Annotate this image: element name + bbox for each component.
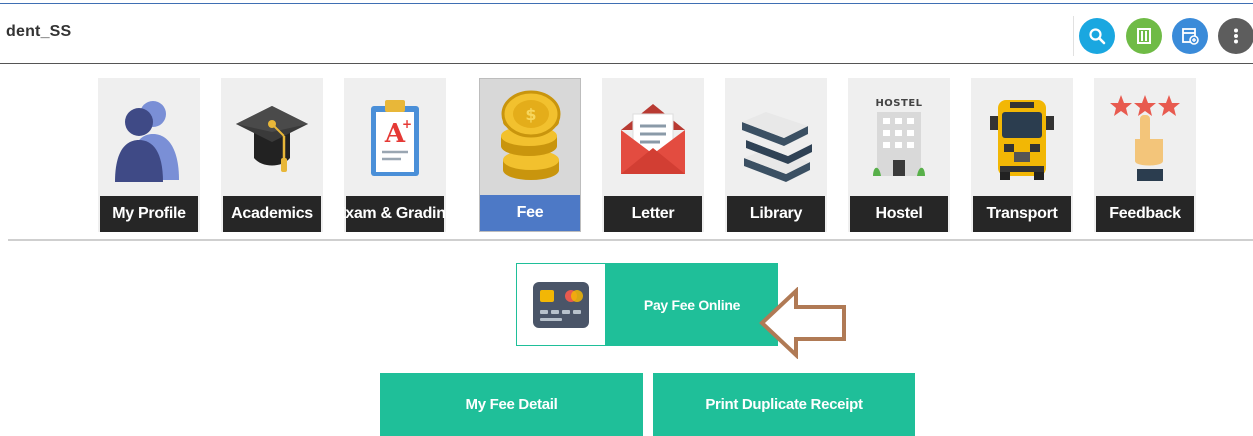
add-window-button[interactable]	[1172, 18, 1208, 54]
envelope-icon	[602, 82, 704, 192]
module-label: Letter	[604, 196, 702, 232]
module-tile-library[interactable]: Library	[725, 78, 827, 232]
credit-card-icon	[533, 281, 589, 328]
user-name: dent_SS	[6, 23, 72, 40]
module-label: Hostel	[850, 196, 948, 232]
svg-text:$: $	[525, 105, 536, 124]
module-tile-hostel[interactable]: HOSTEL Hostel	[848, 78, 950, 232]
coins-icon: $	[480, 83, 582, 193]
header-divider-line	[0, 63, 1253, 64]
pay-fee-online-label: Pay Fee Online	[606, 263, 778, 346]
print-duplicate-receipt-button[interactable]: Print Duplicate Receipt	[653, 373, 915, 436]
barcode-button[interactable]	[1126, 18, 1162, 54]
barcode-icon	[1137, 28, 1151, 44]
header-divider	[1073, 16, 1074, 56]
my-fee-detail-button[interactable]: My Fee Detail	[380, 373, 643, 436]
profile-icon	[98, 82, 200, 192]
module-label: Academics	[223, 196, 321, 232]
module-tile-academics[interactable]: Academics	[221, 78, 323, 232]
header-bar: dent_SS	[0, 4, 1253, 64]
search-button[interactable]	[1079, 18, 1115, 54]
exam-clipboard-icon: A +	[344, 82, 446, 192]
module-tile-fee[interactable]: $ Fee	[479, 78, 581, 232]
hostel-building-icon: HOSTEL	[848, 82, 950, 192]
more-vertical-icon	[1234, 28, 1238, 44]
module-label: Fee	[480, 195, 580, 231]
section-divider	[8, 239, 1253, 241]
my-fee-detail-label: My Fee Detail	[465, 396, 558, 413]
module-tile-letter[interactable]: Letter	[602, 78, 704, 232]
print-duplicate-receipt-label: Print Duplicate Receipt	[705, 396, 863, 413]
more-options-button[interactable]	[1218, 18, 1253, 54]
svg-text:+: +	[402, 117, 412, 131]
search-icon	[1089, 28, 1106, 45]
left-arrow-icon	[759, 287, 846, 359]
module-label: Transport	[973, 196, 1071, 232]
add-window-icon	[1182, 28, 1199, 45]
graduation-cap-icon	[221, 82, 323, 192]
module-tile-feedback[interactable]: Feedback	[1094, 78, 1196, 232]
module-tile-transport[interactable]: Transport	[971, 78, 1073, 232]
credit-card-icon-box	[516, 263, 606, 346]
module-tile-my-profile[interactable]: My Profile	[98, 78, 200, 232]
pay-fee-online-button[interactable]: Pay Fee Online	[516, 263, 778, 346]
module-label: Library	[727, 196, 825, 232]
module-label: My Profile	[100, 196, 198, 232]
module-label: Feedback	[1096, 196, 1194, 232]
module-label: Exam & Grading	[335, 196, 455, 232]
school-bus-icon	[971, 82, 1073, 192]
books-icon	[725, 82, 827, 192]
module-tile-exam-grading[interactable]: A + Exam & Grading	[335, 78, 455, 232]
stars-feedback-icon	[1094, 82, 1196, 192]
